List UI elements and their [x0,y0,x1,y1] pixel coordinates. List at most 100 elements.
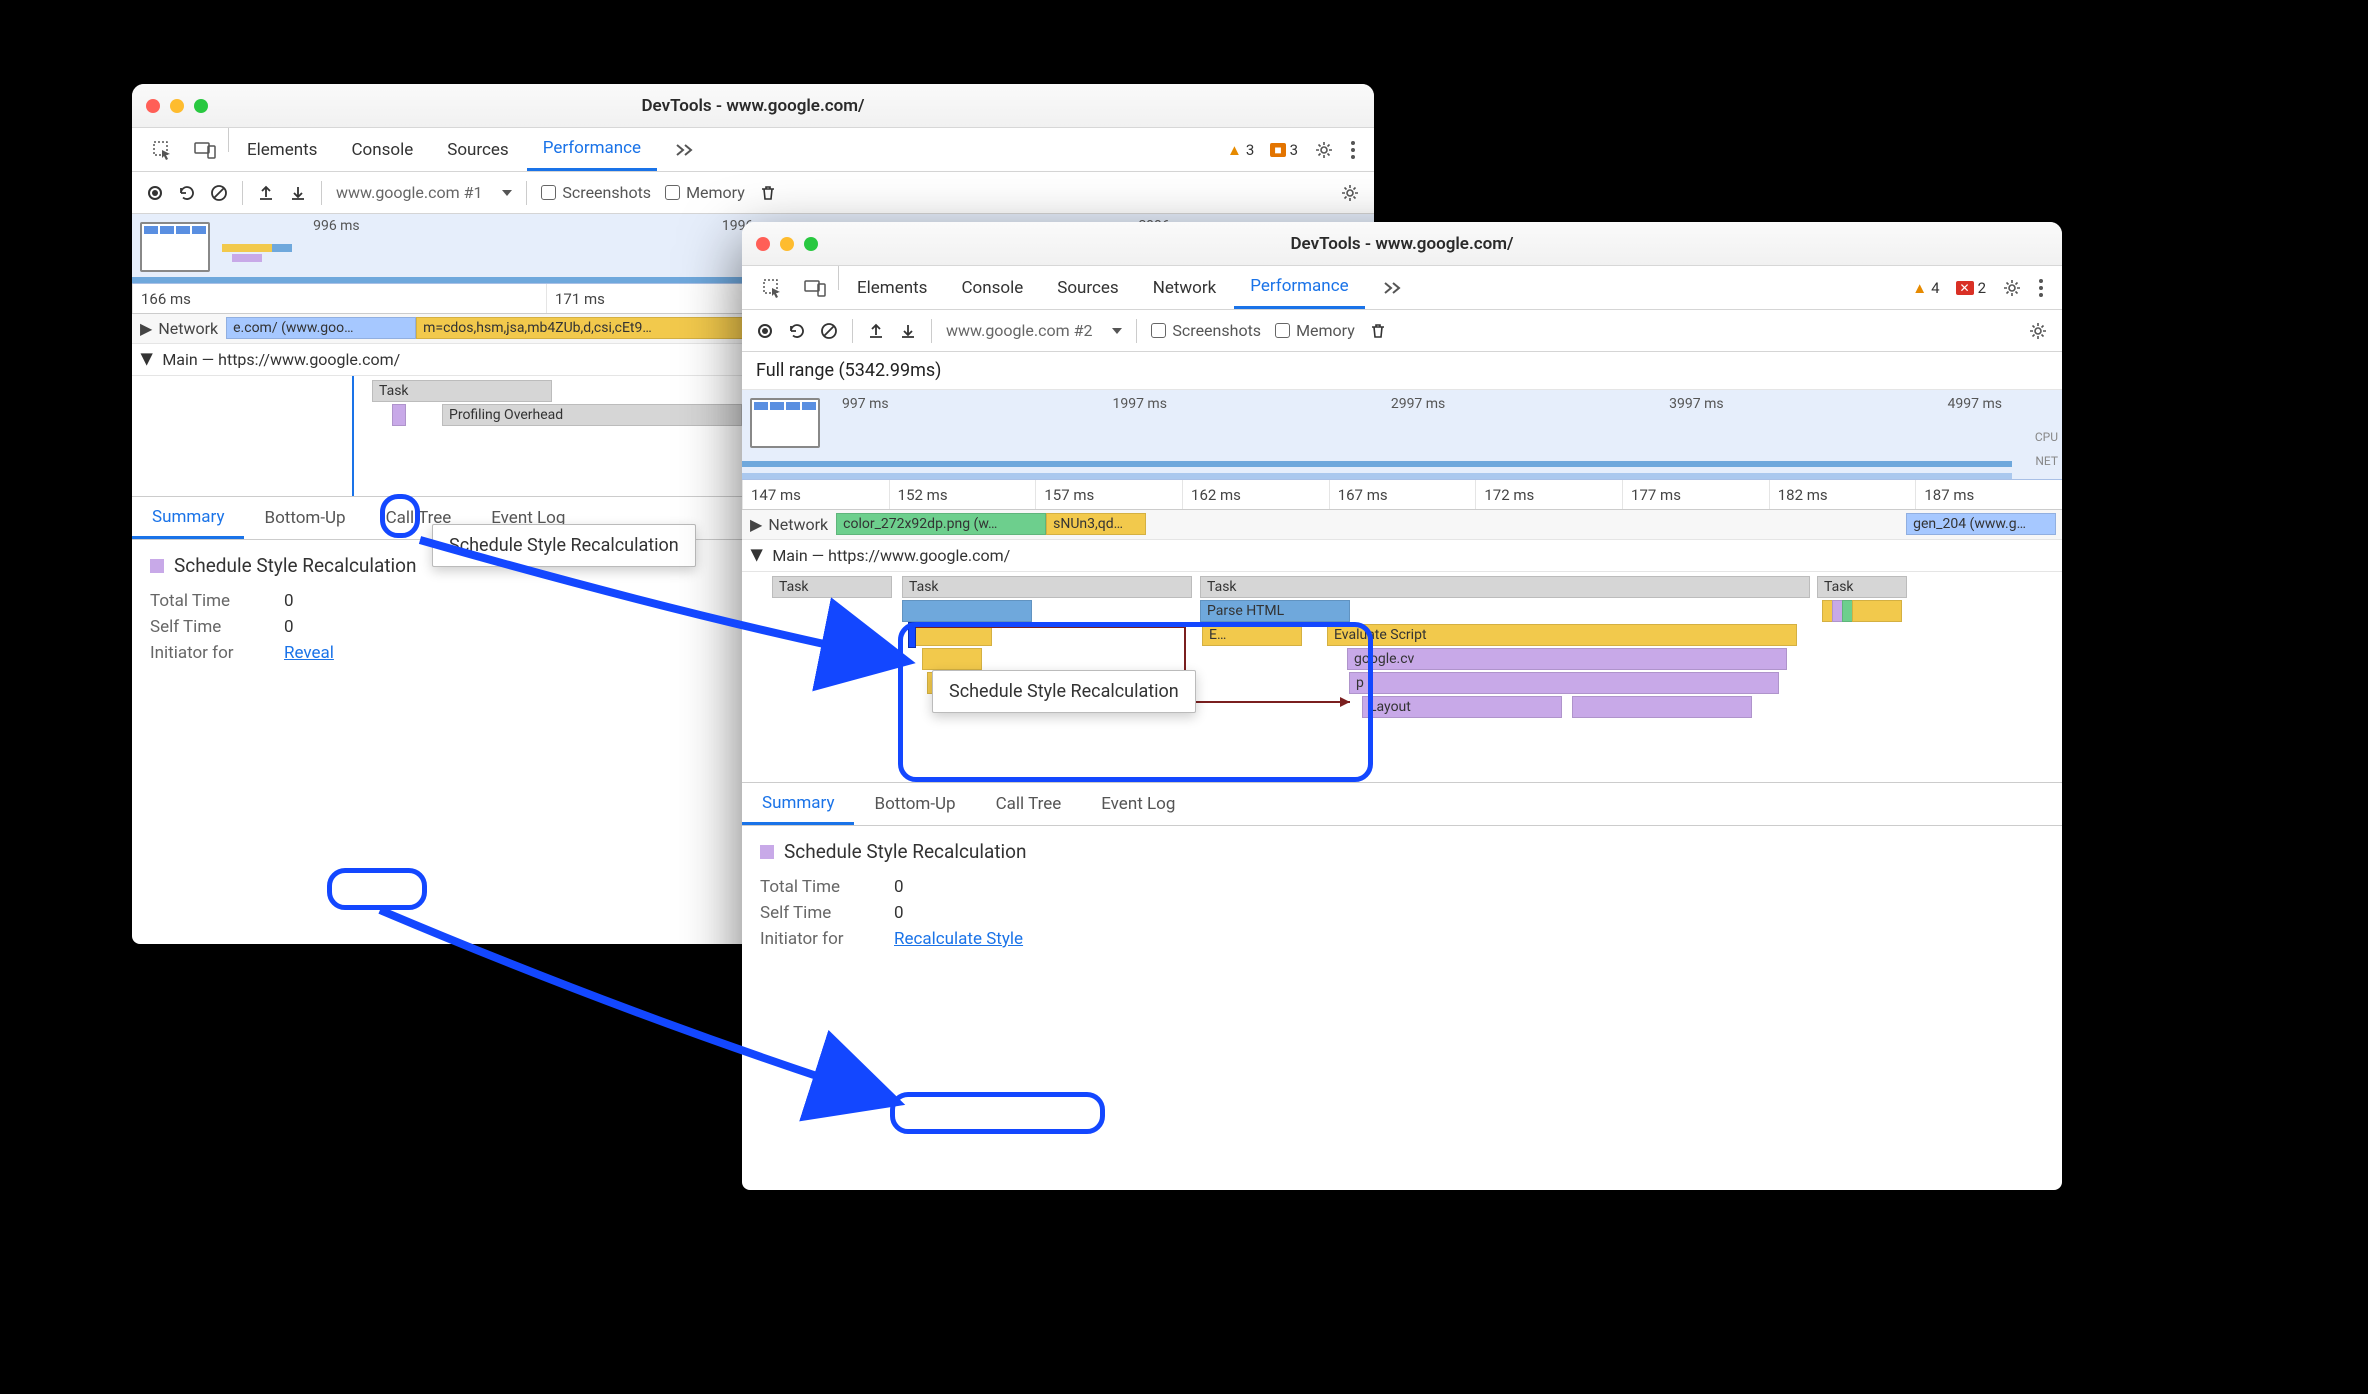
flame-parse-html[interactable]: Parse HTML [1200,600,1350,622]
tooltip: Schedule Style Recalculation [932,670,1196,713]
issues-badge[interactable]: ■3 [1270,141,1298,159]
tab-call-tree[interactable]: Call Tree [976,783,1082,825]
main-tabbar: Elements Console Sources Performance ▲3 … [132,128,1374,172]
overview-viewport[interactable] [750,398,820,448]
window-title: DevTools - www.google.com/ [742,234,2062,254]
flame-p[interactable]: p [1349,672,1779,694]
flame-bar[interactable] [1852,600,1902,622]
kebab-icon[interactable] [2038,278,2044,298]
kebab-icon[interactable] [1350,140,1356,160]
flame-task[interactable]: Task [902,576,1192,598]
maximize-icon[interactable] [804,237,818,251]
tab-performance[interactable]: Performance [527,128,657,171]
tab-sources[interactable]: Sources [1041,266,1134,309]
traffic-lights [756,237,818,251]
network-entry[interactable]: e.com/ (www.goo… [226,317,416,339]
titlebar[interactable]: DevTools - www.google.com/ [132,84,1374,128]
memory-checkbox[interactable]: Memory [1275,321,1355,340]
screenshots-checkbox[interactable]: Screenshots [1151,321,1261,340]
tab-elements[interactable]: Elements [841,266,943,309]
flame-schedule-style[interactable] [392,404,406,426]
tooltip: Schedule Style Recalculation [432,524,696,567]
summary-panel: Schedule Style Recalculation Total Time0… [742,826,2062,969]
upload-icon[interactable] [257,184,275,202]
titlebar[interactable]: DevTools - www.google.com/ [742,222,2062,266]
overview-minimap[interactable]: 997 ms 1997 ms 2997 ms 3997 ms 4997 ms C… [742,390,2062,480]
gear-icon[interactable] [2002,278,2022,298]
flame-bar[interactable] [1572,696,1752,718]
tab-performance[interactable]: Performance [1234,266,1364,309]
flame-task[interactable]: Task [1817,576,1907,598]
overview-tick: 996 ms [313,218,360,234]
screenshots-checkbox[interactable]: Screenshots [541,183,651,202]
tab-sources[interactable]: Sources [431,128,524,171]
flame-evaluate[interactable]: Evaluate Script [1327,624,1797,646]
tab-summary[interactable]: Summary [132,497,244,539]
upload-icon[interactable] [867,322,885,340]
close-icon[interactable] [756,237,770,251]
selected-event-marker [908,622,916,648]
download-icon[interactable] [899,322,917,340]
tab-elements[interactable]: Elements [231,128,333,171]
cpu-label: CPU [2035,430,2058,444]
flame-google[interactable]: google.cv [1347,648,1787,670]
gear-icon[interactable] [2028,321,2048,341]
record-icon[interactable] [146,184,164,202]
memory-checkbox[interactable]: Memory [665,183,745,202]
flame-bar[interactable] [902,600,1032,622]
network-entry[interactable]: gen_204 (www.g… [1906,513,2056,535]
devtools-window-2: DevTools - www.google.com/ Elements Cons… [742,222,2062,1190]
gear-icon[interactable] [1314,140,1334,160]
network-entry[interactable]: sNUn3,qd… [1046,513,1146,535]
errors-badge[interactable]: ✕2 [1956,279,1987,297]
main-track-header[interactable]: ▶ Main — https://www.google.com/ [742,540,2062,572]
close-icon[interactable] [146,99,160,113]
reveal-link[interactable]: Reveal [284,643,334,663]
window-title: DevTools - www.google.com/ [132,96,1374,116]
inspect-icon[interactable] [752,266,792,309]
trash-icon[interactable] [759,184,777,202]
more-tabs-icon[interactable] [1367,266,1417,309]
tab-summary[interactable]: Summary [742,783,854,825]
flame-profiling[interactable]: Profiling Overhead [442,404,742,426]
tab-bottom-up[interactable]: Bottom-Up [244,497,365,539]
traffic-lights [146,99,208,113]
flame-task[interactable]: Task [772,576,892,598]
minimize-icon[interactable] [170,99,184,113]
perf-toolbar: www.google.com #1 Screenshots Memory [132,172,1374,214]
trash-icon[interactable] [1369,322,1387,340]
warnings-badge[interactable]: ▲3 [1227,141,1254,159]
perf-toolbar: www.google.com #2 Screenshots Memory [742,310,2062,352]
annotation-highlight-link [890,1092,1105,1134]
tab-console[interactable]: Console [945,266,1039,309]
page-selector[interactable]: www.google.com #1 [336,183,512,202]
tab-console[interactable]: Console [335,128,429,171]
tab-bottom-up[interactable]: Bottom-Up [854,783,975,825]
tab-network[interactable]: Network [1137,266,1233,309]
tab-event-log[interactable]: Event Log [1081,783,1195,825]
network-entry[interactable]: color_272x92dp.png (w… [836,513,1046,535]
warnings-badge[interactable]: ▲4 [1912,279,1939,297]
detail-tabs: Summary Bottom-Up Call Tree Event Log [742,782,2062,826]
flame-layout[interactable]: Layout [1362,696,1562,718]
flame-task[interactable]: Task [1200,576,1810,598]
maximize-icon[interactable] [194,99,208,113]
clear-icon[interactable] [820,322,838,340]
more-tabs-icon[interactable] [659,128,709,171]
download-icon[interactable] [289,184,307,202]
minimize-icon[interactable] [780,237,794,251]
recalculate-style-link[interactable]: Recalculate Style [894,929,1023,949]
inspect-icon[interactable] [142,128,182,171]
device-toolbar-icon[interactable] [794,266,836,309]
record-icon[interactable] [756,322,774,340]
net-label: NET [2035,454,2058,468]
gear-icon[interactable] [1340,183,1360,203]
time-ruler[interactable]: 147 ms 152 ms 157 ms 162 ms 167 ms 172 m… [742,480,2062,510]
page-selector[interactable]: www.google.com #2 [946,321,1122,340]
device-toolbar-icon[interactable] [184,128,226,171]
network-track[interactable]: ▶Network color_272x92dp.png (w… sNUn3,qd… [742,510,2062,540]
reload-icon[interactable] [788,322,806,340]
clear-icon[interactable] [210,184,228,202]
flame-task[interactable]: Task [372,380,552,402]
reload-icon[interactable] [178,184,196,202]
